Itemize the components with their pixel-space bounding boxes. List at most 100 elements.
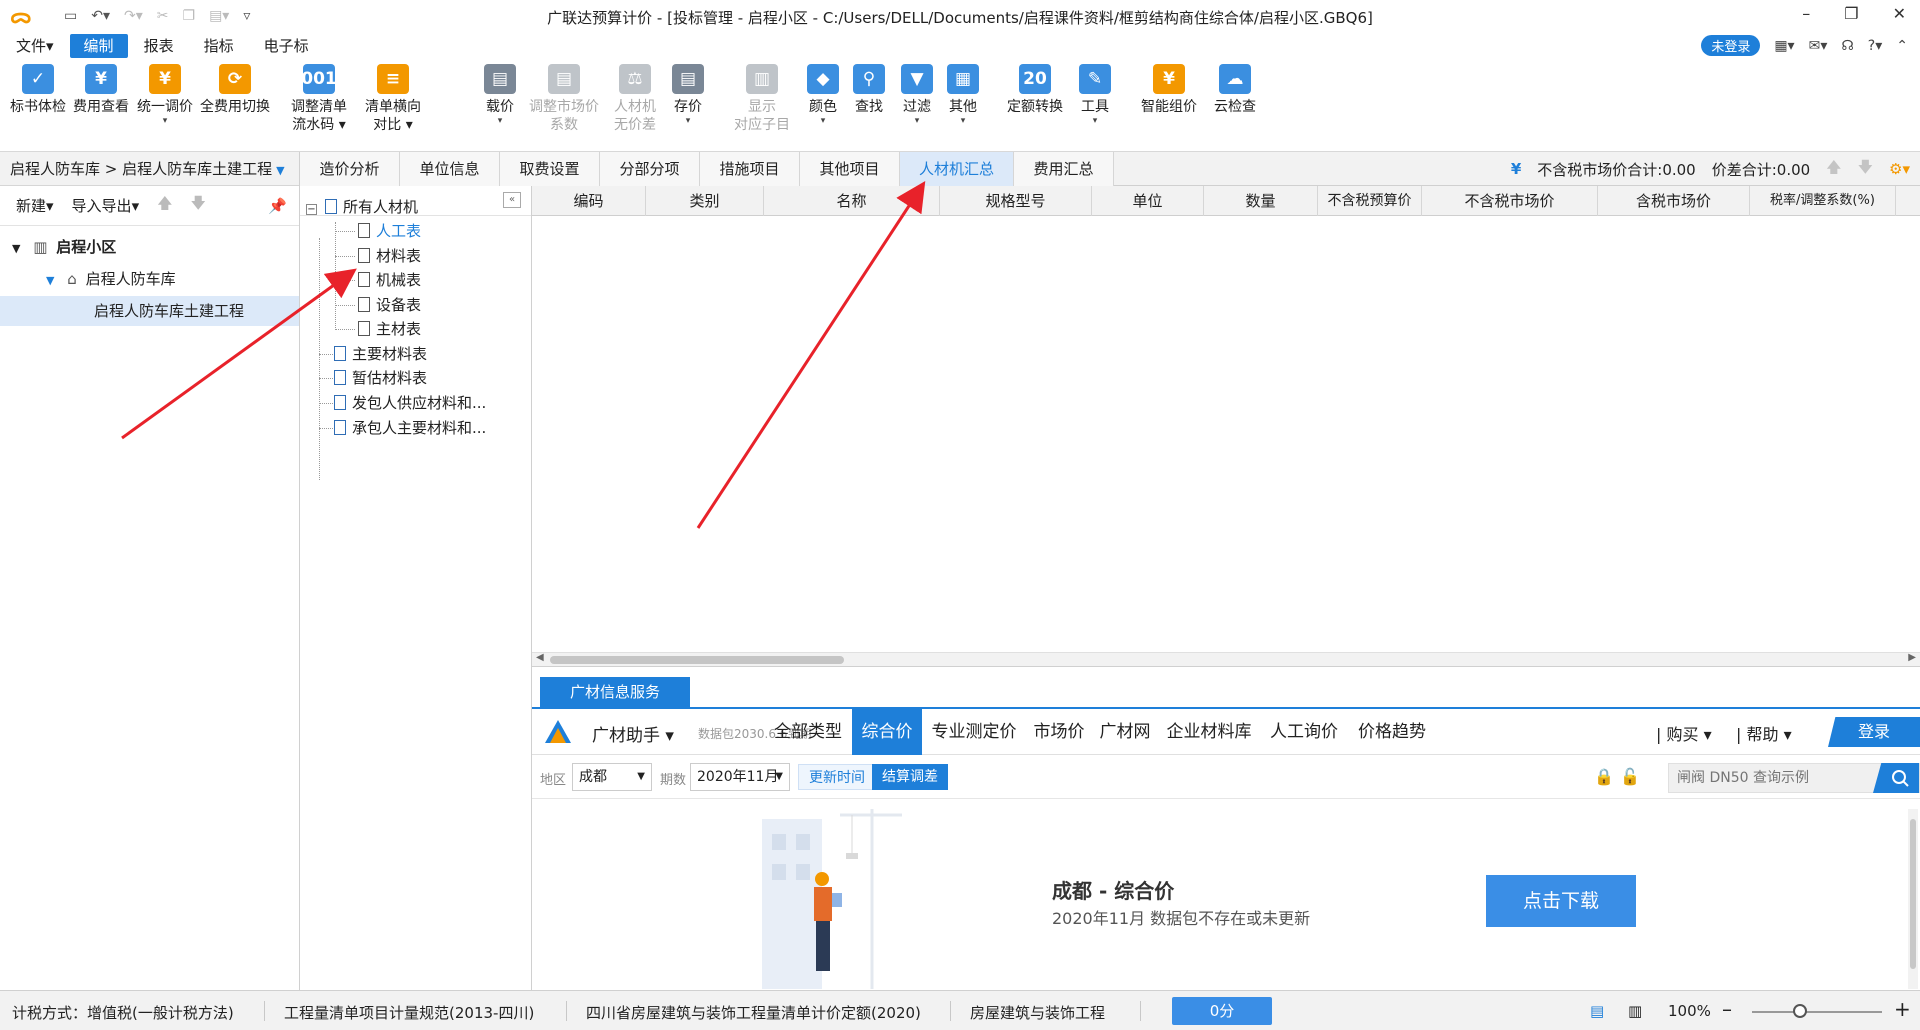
redo-icon[interactable]: ↷▾ — [124, 8, 143, 24]
breadcrumb[interactable]: 启程人防车库 > 启程人防车库土建工程 ▼ — [0, 152, 299, 186]
full-fee-switch-button[interactable]: ⟳ 全费用切换 — [198, 64, 272, 116]
update-time-button[interactable]: 更新时间 — [798, 764, 876, 790]
unify-price-button[interactable]: ¥ 统一调价 ▾ — [134, 64, 196, 126]
minimize-button[interactable]: – — [1802, 4, 1810, 23]
column-header[interactable]: 含税市场价 — [1598, 186, 1750, 216]
zoom-slider-knob[interactable] — [1793, 1004, 1807, 1018]
list-compare-button[interactable]: ≡ 清单横向 对比 ▾ — [360, 64, 426, 134]
cut-icon[interactable]: ✂ — [157, 8, 169, 24]
adjust-market-coef-button[interactable]: ▤ 调整市场价 系数 — [524, 64, 604, 134]
column-header[interactable]: 编码 — [532, 186, 646, 216]
column-header[interactable]: 数量 — [1204, 186, 1318, 216]
restore-button[interactable]: ❐ — [1844, 4, 1858, 23]
cloud-check-button[interactable]: ☁ 云检查 — [1210, 64, 1260, 116]
tab-measures[interactable]: 措施项目 — [700, 152, 800, 186]
copy-icon[interactable]: ❐ — [183, 8, 196, 24]
nav-price-trend[interactable]: 价格趋势 — [1350, 709, 1434, 755]
tab-labor-material-machine[interactable]: 人材机汇总 — [900, 152, 1014, 186]
tree-node-civil-project[interactable]: 启程人防车库土建工程 — [0, 296, 299, 326]
collapse-panel-icon[interactable]: « — [503, 192, 521, 208]
region-select[interactable]: 成都 ▼ — [572, 763, 652, 791]
scroll-left-icon[interactable]: ◀ — [536, 652, 544, 663]
tools-button[interactable]: ✎ 工具 ▾ — [1076, 64, 1114, 126]
adjust-list-serial-button[interactable]: 001 调整清单 流水码 ▾ — [286, 64, 352, 134]
login-button[interactable]: 登录 — [1828, 717, 1920, 747]
tab-unit-info[interactable]: 单位信息 — [400, 152, 500, 186]
bid-check-button[interactable]: ✓ 标书体检 — [10, 64, 66, 116]
import-export-button[interactable]: 导入导出▾ — [72, 195, 140, 216]
headset-icon[interactable]: ☊ — [1841, 38, 1853, 54]
paste-icon[interactable]: ▤▾ — [209, 8, 229, 24]
buy-dropdown[interactable]: | 购买 ▾ — [1656, 721, 1712, 745]
zoom-in-button[interactable]: + — [1894, 997, 1911, 1021]
tree-node-root[interactable]: ▼ ▥ 启程小区 — [0, 232, 299, 262]
info-service-tab[interactable]: 广材信息服务 — [540, 677, 690, 707]
menu-file[interactable]: 文件▾ — [2, 34, 68, 58]
nav-enterprise-library[interactable]: 企业材料库 — [1160, 709, 1258, 755]
smart-pricing-button[interactable]: ¥ 智能组价 — [1136, 64, 1202, 116]
collapse-caret-icon[interactable]: ▼ — [12, 242, 20, 255]
other-button[interactable]: ▦ 其他 ▾ — [944, 64, 982, 126]
move-down-icon[interactable]: 🡇 — [191, 193, 206, 218]
help-icon[interactable]: ?▾ — [1868, 38, 1882, 54]
menu-index[interactable]: 指标 — [190, 34, 248, 58]
grid-horizontal-scrollbar[interactable]: ◀ ▶ — [532, 652, 1920, 666]
help-dropdown[interactable]: | 帮助 ▾ — [1736, 721, 1792, 745]
scrollbar-thumb[interactable] — [1910, 819, 1916, 969]
login-status-badge[interactable]: 未登录 — [1701, 35, 1761, 56]
collapse-ribbon-icon[interactable]: ⌃ — [1896, 38, 1908, 54]
split-view-icon[interactable]: ▥ — [1628, 1002, 1642, 1020]
column-header[interactable]: 单位 — [1092, 186, 1204, 216]
menu-e-bid[interactable]: 电子标 — [250, 34, 323, 58]
lock-icon[interactable]: 🔒 — [1594, 767, 1614, 786]
zoom-slider-track[interactable] — [1752, 1011, 1882, 1013]
column-header[interactable]: 税率/调整系数(%) — [1750, 186, 1896, 216]
message-icon[interactable]: ✉▾ — [1809, 38, 1828, 54]
no-price-diff-button[interactable]: ⚖ 人材机 无价差 — [610, 64, 660, 134]
download-button[interactable]: 点击下载 — [1486, 875, 1636, 927]
color-button[interactable]: ◆ 颜色 ▾ — [804, 64, 842, 126]
tab-fee-summary[interactable]: 费用汇总 — [1014, 152, 1114, 186]
menu-edit[interactable]: 编制 — [69, 34, 128, 58]
column-header[interactable]: 规格型号 — [940, 186, 1092, 216]
nav-all-types[interactable]: 全部类型 — [768, 709, 848, 755]
tab-cost-analysis[interactable]: 造价分析 — [300, 152, 400, 186]
column-header[interactable]: 名称 — [764, 186, 940, 216]
zoom-out-button[interactable]: – — [1722, 997, 1732, 1021]
settle-adjust-button[interactable]: 结算调差 — [872, 764, 948, 790]
tab-other-items[interactable]: 其他项目 — [800, 152, 900, 186]
nav-guangcai-web[interactable]: 广材网 — [1094, 709, 1156, 755]
save-icon[interactable]: ▭ — [64, 8, 77, 24]
tree-node-garage[interactable]: ▼ ⌂ 启程人防车库 — [0, 264, 299, 294]
menu-report[interactable]: 报表 — [130, 34, 188, 58]
show-sub-item-button[interactable]: ▥ 显示 对应子目 — [728, 64, 796, 134]
tab-subdivision[interactable]: 分部分项 — [600, 152, 700, 186]
save-price-button[interactable]: ▤ 存价 ▾ — [668, 64, 708, 126]
new-button[interactable]: 新建▾ — [16, 195, 54, 216]
arrow-up-icon[interactable]: 🡅 — [1826, 157, 1841, 182]
load-price-button[interactable]: ▤ 载价 ▾ — [480, 64, 520, 126]
column-header[interactable]: 类别 — [646, 186, 764, 216]
nav-market-price[interactable]: 市场价 — [1028, 709, 1090, 755]
period-select[interactable]: 2020年11月 ▼ — [690, 763, 790, 791]
find-button[interactable]: ⚲ 查找 — [850, 64, 888, 116]
quota-convert-button[interactable]: 20 定额转换 — [1002, 64, 1068, 116]
arrow-down-icon[interactable]: 🡇 — [1858, 157, 1873, 182]
material-tree-contractor-main[interactable]: 承包人主要材料和... — [334, 413, 486, 443]
settings-gear-icon[interactable]: ⚙▾ — [1889, 160, 1910, 178]
pin-icon[interactable]: 📌 — [268, 197, 287, 215]
grid-apps-icon[interactable]: ▦▾ — [1774, 38, 1794, 54]
scrollbar-thumb[interactable] — [550, 656, 844, 664]
brand-dropdown[interactable]: 广材助手 ▾ — [592, 721, 674, 746]
undo-icon[interactable]: ↶▾ — [91, 8, 110, 24]
nav-labor-inquiry[interactable]: 人工询价 — [1262, 709, 1346, 755]
fee-view-button[interactable]: ¥ 费用查看 — [70, 64, 132, 116]
move-up-icon[interactable]: 🡅 — [157, 193, 172, 218]
column-header[interactable]: 不含税预算价 — [1318, 186, 1422, 216]
column-header[interactable]: 不含税市场价 — [1422, 186, 1598, 216]
filter-button[interactable]: ▼ 过滤 ▾ — [898, 64, 936, 126]
tab-fee-settings[interactable]: 取费设置 — [500, 152, 600, 186]
info-vertical-scrollbar[interactable] — [1908, 809, 1918, 989]
nav-composite-price[interactable]: 综合价 — [852, 709, 922, 755]
collapse-box-icon[interactable]: − — [306, 204, 317, 215]
